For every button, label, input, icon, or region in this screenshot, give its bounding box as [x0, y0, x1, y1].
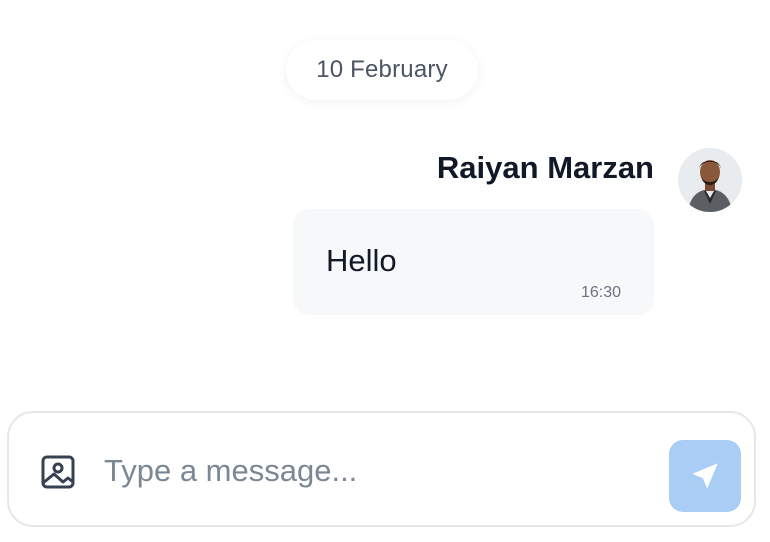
attach-image-button[interactable] — [39, 453, 77, 491]
message-bubble[interactable]: Hello 16:30 — [293, 209, 654, 315]
image-icon — [41, 455, 75, 489]
date-label: 10 February — [316, 56, 448, 83]
date-separator: 10 February — [286, 40, 478, 100]
avatar[interactable] — [678, 148, 742, 212]
message-composer — [7, 411, 756, 527]
message-input[interactable] — [104, 443, 644, 499]
sender-name: Raiyan Marzan — [436, 150, 654, 185]
chat-window: 10 February Raiyan Marzan Hello 16:30 — [0, 0, 770, 542]
send-icon — [692, 463, 718, 489]
message-timestamp: 16:30 — [580, 284, 621, 301]
avatar-image — [678, 148, 742, 212]
message-text: Hello — [326, 243, 397, 278]
send-button[interactable] — [669, 440, 741, 512]
